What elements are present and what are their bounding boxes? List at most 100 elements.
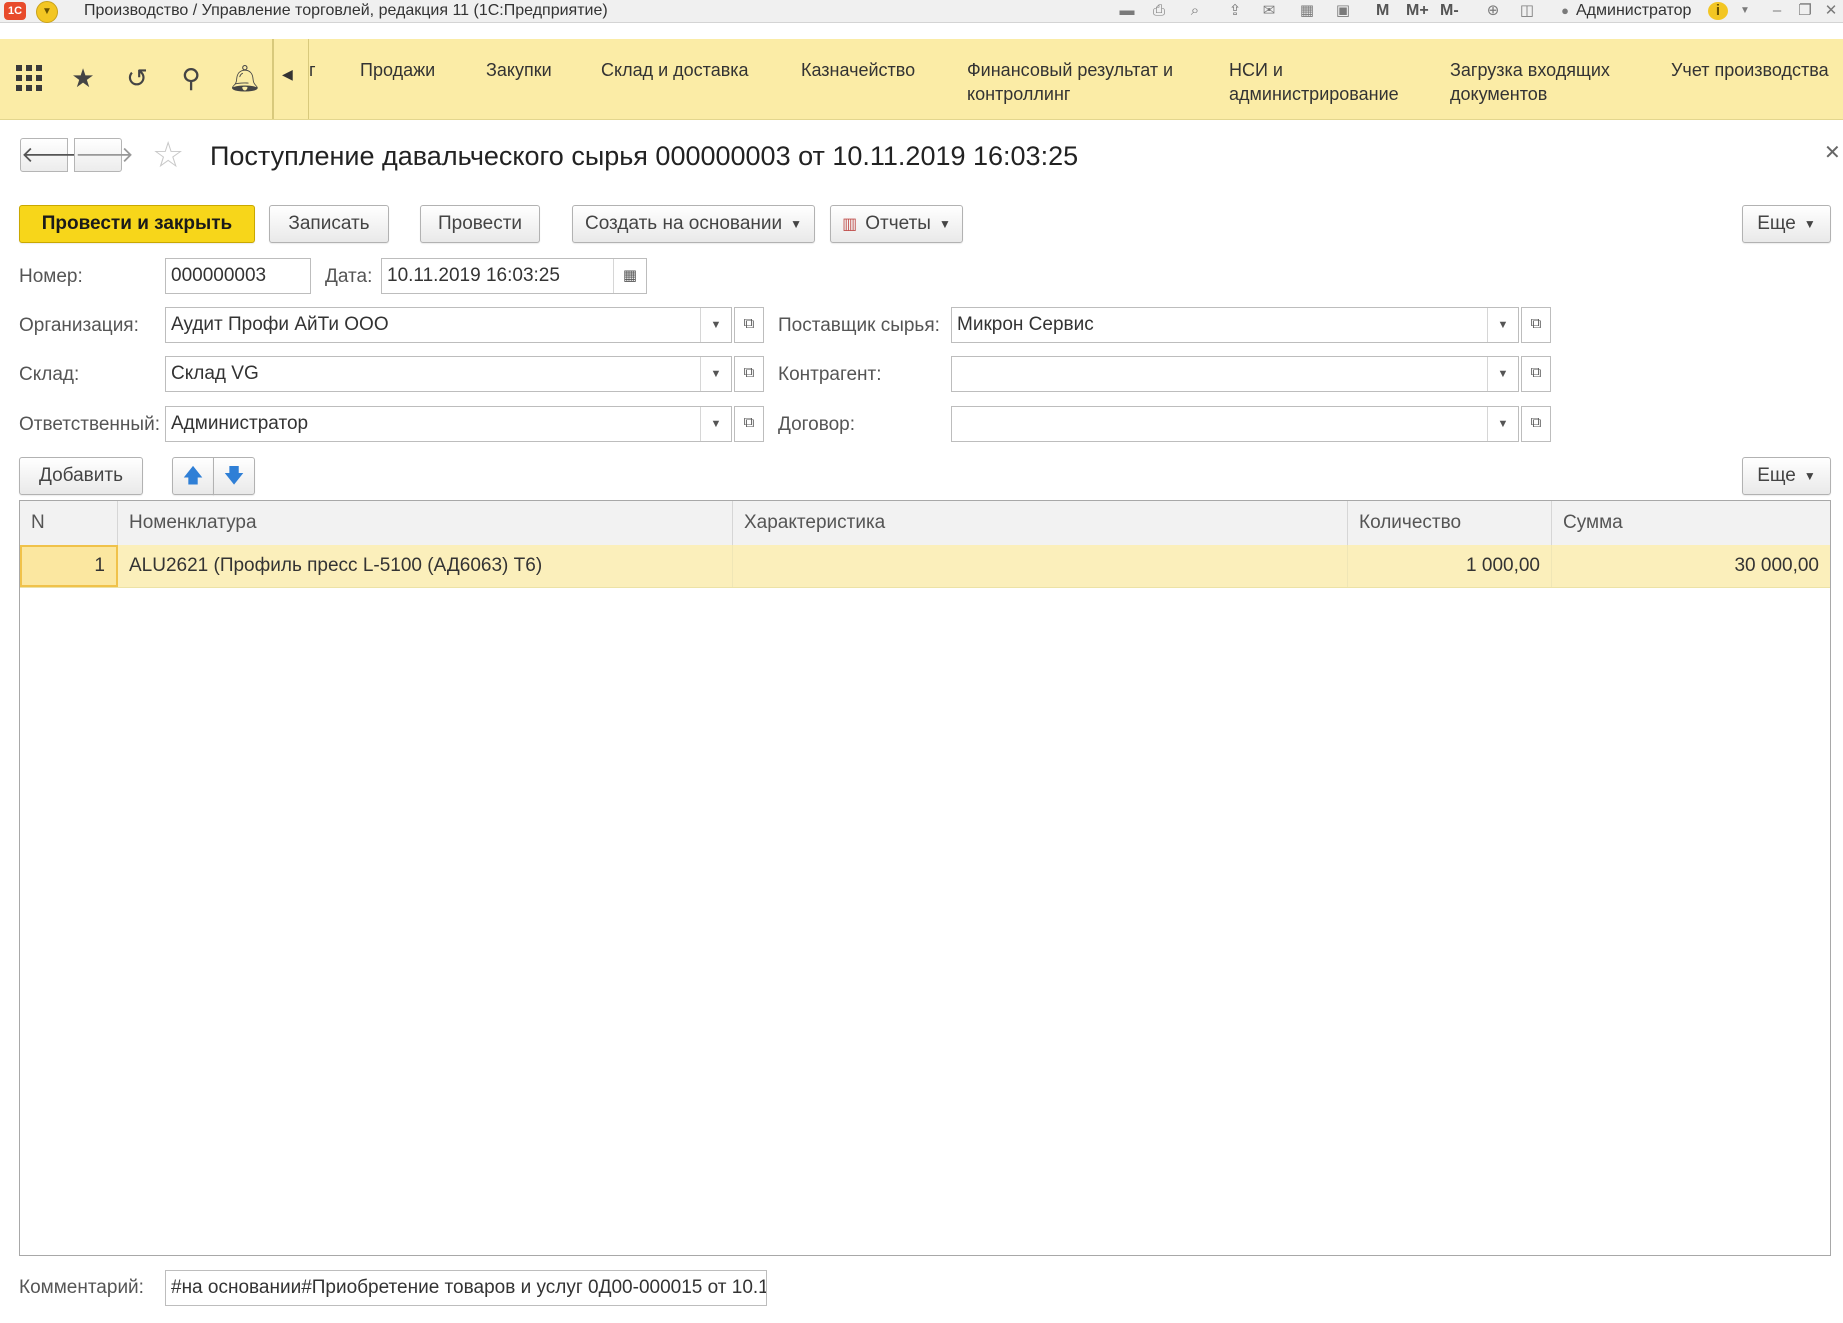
cell-sum[interactable]: 30 000,00: [1552, 545, 1830, 587]
post-button[interactable]: Провести: [420, 205, 540, 243]
user-name[interactable]: Администратор: [1576, 0, 1691, 22]
cell-quantity[interactable]: 1 000,00: [1348, 545, 1552, 587]
dropdown-arrow-icon[interactable]: ▼: [1487, 407, 1518, 441]
chevron-down-icon: ▼: [1803, 217, 1816, 231]
supplier-field[interactable]: Микрон Сервис ▼: [951, 307, 1519, 343]
add-row-button[interactable]: Добавить: [19, 457, 143, 495]
comment-field[interactable]: #на основании#Приобретение товаров и усл…: [165, 1270, 767, 1306]
table-icon[interactable]: ▦: [1298, 2, 1316, 20]
arrow-up-icon: 🡅: [182, 465, 204, 487]
post-and-close-button[interactable]: Провести и закрыть: [19, 205, 255, 243]
more-button[interactable]: Еще ▼: [1742, 205, 1831, 243]
table-more-button[interactable]: Еще ▼: [1742, 457, 1831, 495]
section-incoming-docs[interactable]: Загрузка входящих документов: [1450, 58, 1650, 106]
contract-field[interactable]: ▼: [951, 406, 1519, 442]
mail-icon[interactable]: ✉: [1260, 2, 1278, 20]
counterparty-label: Контрагент:: [778, 364, 882, 385]
open-responsible-button[interactable]: ⧉: [734, 406, 764, 442]
attach-icon[interactable]: ⇪: [1226, 2, 1244, 20]
supplier-label: Поставщик сырья:: [778, 315, 940, 336]
calendar-icon[interactable]: ▣: [1334, 2, 1352, 20]
organization-field[interactable]: Аудит Профи АйТи ООО ▼: [165, 307, 732, 343]
cell-characteristic[interactable]: [733, 545, 1348, 587]
reports-label: Отчеты: [865, 213, 931, 235]
open-contract-button[interactable]: ⧉: [1521, 406, 1551, 442]
table-header: N Номенклатура Характеристика Количество…: [20, 501, 1830, 546]
dropdown-arrow-icon[interactable]: ▼: [700, 407, 731, 441]
section-production[interactable]: Учет производства: [1671, 58, 1829, 82]
dropdown-arrow-icon[interactable]: ▼: [1487, 357, 1518, 391]
print-icon[interactable]: ⎙: [1150, 2, 1168, 20]
preview-icon[interactable]: ⌕: [1186, 2, 1204, 20]
open-warehouse-button[interactable]: ⧉: [734, 356, 764, 392]
dropdown-arrow-icon[interactable]: ▼: [700, 308, 731, 342]
section-sales[interactable]: Продажи: [360, 58, 435, 82]
save-icon[interactable]: ▬: [1118, 2, 1136, 20]
close-form-icon[interactable]: ✕: [1824, 140, 1841, 165]
counterparty-field[interactable]: ▼: [951, 356, 1519, 392]
arrow-down-icon: 🡇: [223, 465, 245, 487]
dropdown-arrow-icon[interactable]: ▼: [1487, 308, 1518, 342]
date-value: 10.11.2019 16:03:25: [387, 265, 560, 286]
warehouse-field[interactable]: Склад VG ▼: [165, 356, 732, 392]
section-purchases[interactable]: Закупки: [486, 58, 552, 82]
chevron-down-icon: ▼: [1803, 469, 1816, 483]
calendar-icon[interactable]: ▦: [613, 259, 646, 293]
history-icon[interactable]: ↺: [120, 61, 154, 95]
zoom-icon[interactable]: ⊕: [1484, 2, 1502, 20]
search-icon[interactable]: ⚲: [174, 61, 208, 95]
responsible-field[interactable]: Администратор ▼: [165, 406, 732, 442]
notifications-bell-icon[interactable]: 🔔︎: [228, 61, 262, 95]
create-based-on-button[interactable]: Создать на основании ▼: [572, 205, 815, 243]
window-titlebar: 1С ▼ Производство / Управление торговлей…: [0, 0, 1843, 23]
section-nsi[interactable]: НСИ и администрирование: [1229, 58, 1419, 106]
minimize-icon[interactable]: –: [1768, 2, 1786, 20]
restore-icon[interactable]: ❐: [1796, 2, 1814, 20]
items-table[interactable]: N Номенклатура Характеристика Количество…: [19, 500, 1831, 1256]
table-row[interactable]: 1 ALU2621 (Профиль пресс L-5100 (АД6063)…: [20, 545, 1830, 588]
back-button[interactable]: 🡐: [20, 138, 80, 172]
column-header-nomenclature[interactable]: Номенклатура: [118, 501, 733, 545]
favorite-star-icon[interactable]: ☆: [152, 136, 184, 174]
memory-m-button[interactable]: M: [1376, 0, 1389, 22]
move-up-button[interactable]: 🡅: [172, 457, 214, 495]
close-window-icon[interactable]: ✕: [1822, 2, 1840, 20]
open-counterparty-button[interactable]: ⧉: [1521, 356, 1551, 392]
chevron-down-icon: ▼: [938, 217, 951, 231]
number-label: Номер:: [19, 266, 83, 287]
save-button[interactable]: Записать: [269, 205, 389, 243]
contract-label: Договор:: [778, 414, 856, 435]
cell-nomenclature[interactable]: ALU2621 (Профиль пресс L-5100 (АД6063) Т…: [118, 545, 733, 587]
column-header-characteristic[interactable]: Характеристика: [733, 501, 1348, 545]
section-cut-item[interactable]: г: [309, 58, 316, 82]
move-down-button[interactable]: 🡇: [213, 457, 255, 495]
1c-logo-icon: 1С: [4, 2, 26, 20]
open-organization-button[interactable]: ⧉: [734, 307, 764, 343]
section-warehouse[interactable]: Склад и доставка: [601, 58, 749, 82]
panel-icon[interactable]: ◫: [1518, 2, 1536, 20]
info-menu-chevron-icon[interactable]: ▼: [1736, 2, 1754, 20]
dropdown-arrow-icon[interactable]: ▼: [700, 357, 731, 391]
number-field[interactable]: 000000003: [165, 258, 311, 294]
supplier-value: Микрон Сервис: [957, 314, 1094, 335]
column-header-sum[interactable]: Сумма: [1552, 501, 1830, 545]
scroll-left-icon[interactable]: ◀: [282, 66, 293, 83]
memory-mminus-button[interactable]: M-: [1440, 0, 1459, 22]
section-finance[interactable]: Финансовый результат и контроллинг: [967, 58, 1197, 106]
section-treasury[interactable]: Казначейство: [801, 58, 915, 82]
date-label: Дата:: [325, 266, 373, 287]
favorites-star-icon[interactable]: ★: [66, 61, 100, 95]
column-header-n[interactable]: N: [20, 501, 118, 545]
reports-button[interactable]: ▥ Отчеты ▼: [830, 205, 963, 243]
window-title: Производство / Управление торговлей, ред…: [84, 2, 608, 19]
column-header-quantity[interactable]: Количество: [1348, 501, 1552, 545]
info-icon[interactable]: i: [1708, 2, 1728, 20]
forward-button[interactable]: 🡒: [74, 138, 134, 172]
cell-n[interactable]: 1: [20, 545, 118, 587]
apps-grid-icon[interactable]: [12, 61, 46, 95]
report-icon: ▥: [842, 216, 858, 234]
date-field[interactable]: 10.11.2019 16:03:25 ▦: [381, 258, 647, 294]
memory-mplus-button[interactable]: M+: [1406, 0, 1429, 22]
main-menu-icon[interactable]: ▼: [36, 1, 58, 23]
open-supplier-button[interactable]: ⧉: [1521, 307, 1551, 343]
